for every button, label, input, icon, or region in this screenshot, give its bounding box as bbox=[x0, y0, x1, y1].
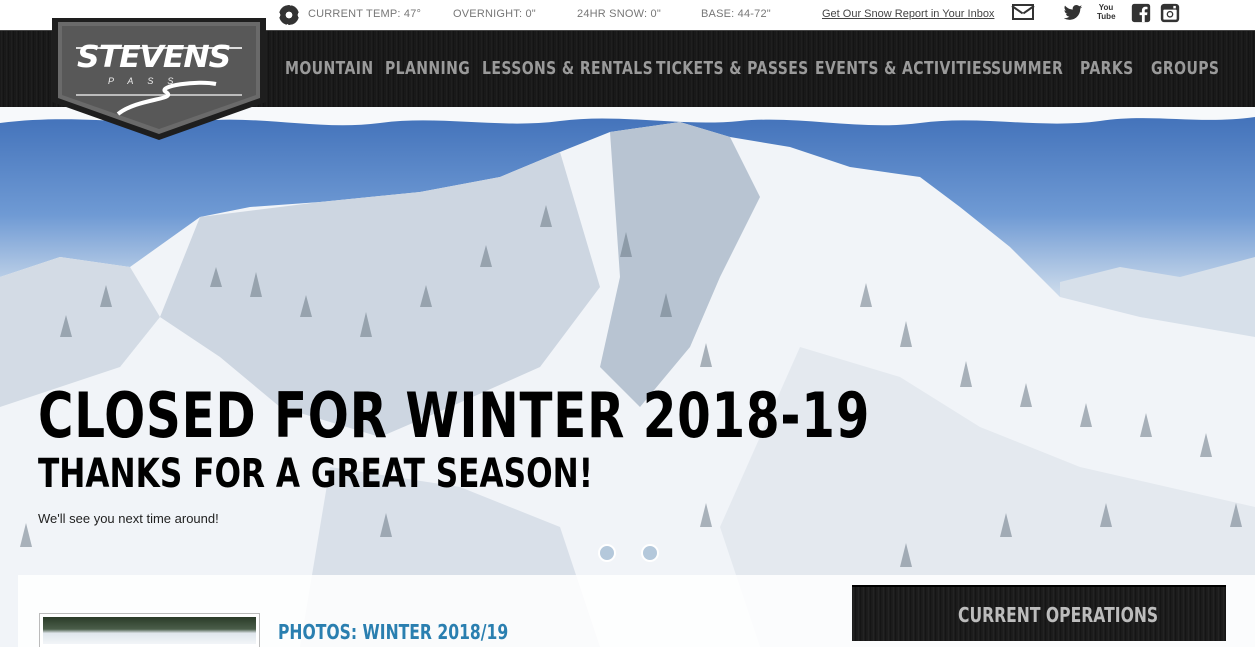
current-temp: CURRENT TEMP: 47° bbox=[308, 8, 422, 20]
logo-wordmark: STEVENS bbox=[77, 40, 231, 75]
photos-thumbnail[interactable] bbox=[39, 613, 260, 647]
nav-parks[interactable]: PARKS bbox=[1080, 58, 1134, 79]
twitter-icon[interactable] bbox=[1063, 3, 1083, 23]
nav-mountain[interactable]: MOUNTAIN bbox=[285, 58, 374, 79]
snow-report-signup-link[interactable]: Get Our Snow Report in Your Inbox bbox=[822, 8, 994, 20]
hero-subheadline: THANKS FOR A GREAT SEASON! bbox=[38, 451, 593, 497]
base-depth: BASE: 44-72" bbox=[701, 8, 771, 20]
snow-24hr: 24HR SNOW: 0" bbox=[577, 8, 661, 20]
nav-summer[interactable]: SUMMER bbox=[991, 58, 1063, 79]
current-operations-label: CURRENT OPERATIONS bbox=[958, 603, 1159, 627]
mountain-photo bbox=[0, 107, 1255, 647]
weather-sun-icon bbox=[279, 5, 299, 25]
mail-icon[interactable] bbox=[1012, 4, 1034, 20]
nav-lessons-rentals[interactable]: LESSONS & RENTALS bbox=[482, 58, 653, 79]
carousel-dot-1[interactable] bbox=[598, 544, 616, 562]
hero-banner: CLOSED FOR WINTER 2018-19 THANKS FOR A G… bbox=[0, 107, 1255, 647]
nav-tickets-passes[interactable]: TICKETS & PASSES bbox=[656, 58, 809, 79]
youtube-label: You Tube bbox=[1097, 3, 1116, 21]
nav-planning[interactable]: PLANNING bbox=[385, 58, 470, 79]
photos-article-title[interactable]: PHOTOS: WINTER 2018/19 bbox=[278, 620, 508, 644]
facebook-icon[interactable] bbox=[1131, 3, 1151, 23]
carousel-dot-2[interactable] bbox=[641, 544, 659, 562]
instagram-icon[interactable] bbox=[1160, 3, 1180, 23]
logo-subtext: PASS bbox=[108, 76, 188, 86]
hero-tagline: We'll see you next time around! bbox=[38, 511, 219, 526]
nav-events-activities[interactable]: EVENTS & ACTIVITIES bbox=[815, 58, 992, 79]
youtube-icon[interactable]: You Tube bbox=[1097, 3, 1116, 21]
hero-headline: CLOSED FOR WINTER 2018-19 bbox=[38, 379, 871, 452]
nav-groups[interactable]: GROUPS bbox=[1151, 58, 1219, 79]
overnight-snow: OVERNIGHT: 0" bbox=[453, 8, 536, 20]
